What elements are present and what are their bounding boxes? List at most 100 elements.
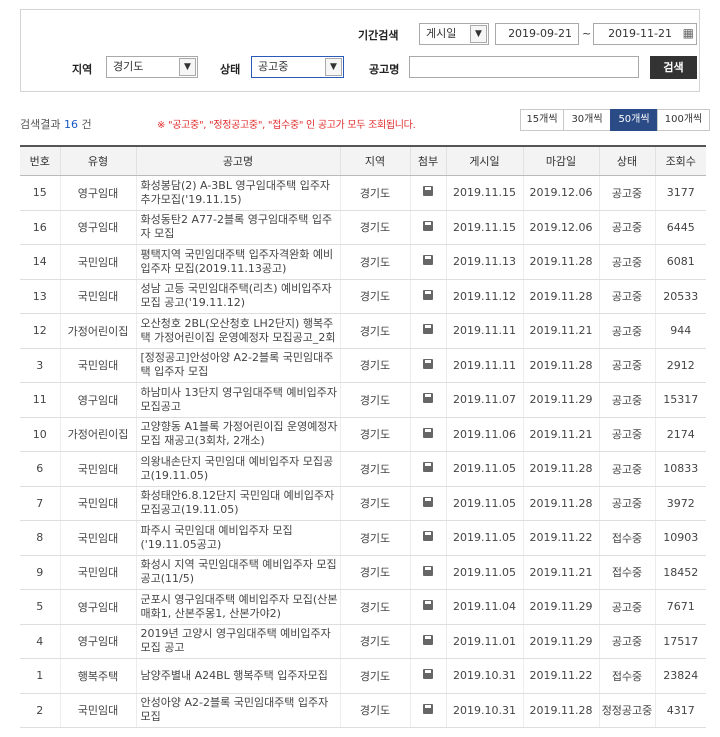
floppy-disk-icon[interactable] — [423, 462, 433, 473]
row-attachment[interactable] — [409, 175, 446, 211]
row-region: 경기도 — [339, 244, 410, 280]
floppy-disk-icon[interactable] — [423, 496, 433, 507]
floppy-disk-icon[interactable] — [423, 393, 433, 404]
row-attachment[interactable] — [409, 520, 446, 556]
row-title-link[interactable]: 오산청호 2BL(오산청호 LH2단지) 행복주택 가정어린이집 운영예정자 모… — [135, 313, 340, 349]
row-title-link[interactable]: 화성태안6.8.12단지 국민임대 예비입주자 모집공고(19.11.05) — [135, 486, 340, 521]
floppy-disk-icon[interactable] — [423, 531, 433, 542]
row-posted-date: 2019.11.13 — [445, 244, 523, 280]
row-region: 경기도 — [339, 417, 410, 452]
row-posted-date: 2019.11.12 — [445, 279, 523, 314]
floppy-disk-icon[interactable] — [423, 186, 433, 197]
date-from-input[interactable]: 2019-09-21 — [495, 23, 579, 45]
page-size-30[interactable]: 30개씩 — [563, 109, 611, 131]
search-button[interactable]: 검색 — [650, 56, 697, 79]
row-views: 10903 — [654, 520, 706, 556]
floppy-disk-icon[interactable] — [423, 669, 433, 680]
table-row: 1 행복주택 남양주별내 A24BL 행복주택 입주자모집 경기도 2019.10.31… — [20, 658, 706, 694]
table-row: 13 국민임대 성남 고등 국민임대주택(리츠) 예비입주자 모집 공고('19.1… — [20, 279, 706, 314]
table-row: 9 국민임대 화성시 지역 국민임대주택 예비입주자 모집공고(11/5) 경기도 20… — [20, 555, 706, 590]
floppy-disk-icon[interactable] — [423, 703, 433, 714]
row-attachment[interactable] — [409, 210, 446, 245]
row-title-link[interactable]: 고양향동 A1블록 가정어린이집 운영예정자 모집 재공고(3회차, 2개소) — [135, 417, 340, 452]
row-posted-date: 2019.11.05 — [445, 451, 523, 487]
result-notice: ※ "공고중", "정정공고중", "접수중" 인 공고가 모두 조회됩니다. — [157, 120, 416, 131]
region-select[interactable]: 경기도 ▼ — [106, 56, 198, 78]
row-title-link[interactable]: 하남미사 13단지 영구임대주택 예비입주자 모집공고 — [135, 382, 340, 418]
row-attachment[interactable] — [409, 486, 446, 521]
floppy-disk-icon[interactable] — [423, 324, 433, 335]
row-attachment[interactable] — [409, 658, 446, 694]
row-region: 경기도 — [339, 313, 410, 349]
row-attachment[interactable] — [409, 279, 446, 314]
row-title-link[interactable]: 화성봉담(2) A-3BL 영구임대주택 입주자 추가모집('19.11.15) — [135, 175, 340, 211]
table-row: 14 국민임대 평택지역 국민임대주택 입주자격완화 예비입주자 모집(2019.1… — [20, 244, 706, 280]
row-region: 경기도 — [339, 693, 410, 728]
date-to-input[interactable]: 2019-11-21 ▦ — [593, 23, 697, 45]
floppy-disk-icon[interactable] — [423, 565, 433, 576]
row-status: 공고중 — [598, 175, 655, 211]
table-row: 12 가정어린이집 오산청호 2BL(오산청호 LH2단지) 행복주택 가정어린이집… — [20, 313, 706, 349]
row-title-link[interactable]: 2019년 고양시 영구임대주택 예비입주자 모집 공고 — [135, 624, 340, 659]
calendar-icon[interactable]: ▦ — [678, 26, 694, 42]
row-title-link[interactable]: 평택지역 국민임대주택 입주자격완화 예비입주자 모집(2019.11.13공고… — [135, 244, 340, 280]
row-title-link[interactable]: 안성아양 A2-2블록 국민임대주택 입주자 모집 — [135, 693, 340, 728]
row-title-link[interactable]: 성남 고등 국민임대주택(리츠) 예비입주자 모집 공고('19.11.12) — [135, 279, 340, 314]
row-title-link[interactable]: 파주시 국민임대 예비입주자 모집('19.11.05공고) — [135, 520, 340, 556]
row-type: 국민임대 — [59, 693, 136, 728]
page-size-15[interactable]: 15개씩 — [520, 109, 564, 131]
row-status: 공고중 — [598, 417, 655, 452]
name-input[interactable] — [409, 56, 639, 78]
row-deadline-date: 2019.11.28 — [522, 279, 599, 314]
row-title-link[interactable]: 군포시 영구임대주택 예비입주자 모집(산본매화1, 산본주몽1, 산본가야2) — [135, 589, 340, 625]
row-attachment[interactable] — [409, 693, 446, 728]
row-type: 국민임대 — [59, 348, 136, 383]
row-title-link[interactable]: 남양주별내 A24BL 행복주택 입주자모집 — [135, 658, 340, 694]
row-views: 18452 — [654, 555, 706, 590]
floppy-disk-icon[interactable] — [423, 289, 433, 300]
row-posted-date: 2019.11.06 — [445, 417, 523, 452]
row-attachment[interactable] — [409, 589, 446, 625]
row-region: 경기도 — [339, 624, 410, 659]
row-attachment[interactable] — [409, 348, 446, 383]
row-title-link[interactable]: [정정공고]안성아양 A2-2블록 국민임대주택 입주자 모집 — [135, 348, 340, 383]
status-select[interactable]: 공고중 ▼ — [251, 56, 344, 78]
row-views: 3972 — [654, 486, 706, 521]
row-views: 2174 — [654, 417, 706, 452]
row-status: 공고중 — [598, 486, 655, 521]
floppy-disk-icon[interactable] — [423, 358, 433, 369]
row-deadline-date: 2019.11.29 — [522, 589, 599, 625]
header-attachment: 첨부 — [409, 145, 446, 176]
row-title-link[interactable]: 의왕내손단지 국민임대 예비입주자 모집공고(19.11.05) — [135, 451, 340, 487]
row-attachment[interactable] — [409, 244, 446, 280]
floppy-disk-icon[interactable] — [423, 600, 433, 611]
row-type: 영구임대 — [59, 589, 136, 625]
row-attachment[interactable] — [409, 417, 446, 452]
floppy-disk-icon[interactable] — [423, 634, 433, 645]
table-row: 10 가정어린이집 고양향동 A1블록 가정어린이집 운영예정자 모집 재공고(3회… — [20, 417, 706, 452]
floppy-disk-icon[interactable] — [423, 220, 433, 231]
row-region: 경기도 — [339, 279, 410, 314]
table-row: 2 국민임대 안성아양 A2-2블록 국민임대주택 입주자 모집 경기도 2019.10… — [20, 693, 706, 728]
row-posted-date: 2019.11.15 — [445, 175, 523, 211]
floppy-disk-icon[interactable] — [423, 427, 433, 438]
table-header-row: 번호 유형 공고명 지역 첨부 게시일 마감일 상태 조회수 — [20, 145, 706, 176]
row-attachment[interactable] — [409, 382, 446, 418]
status-label: 상태 — [220, 63, 241, 76]
row-attachment[interactable] — [409, 451, 446, 487]
row-deadline-date: 2019.11.29 — [522, 382, 599, 418]
row-title-link[interactable]: 화성시 지역 국민임대주택 예비입주자 모집공고(11/5) — [135, 555, 340, 590]
row-number: 4 — [20, 624, 60, 659]
row-title-link[interactable]: 화성동탄2 A77-2블록 영구임대주택 입주자 모집 — [135, 210, 340, 245]
page-size-50[interactable]: 50개씩 — [610, 109, 658, 131]
row-attachment[interactable] — [409, 313, 446, 349]
row-posted-date: 2019.11.01 — [445, 624, 523, 659]
row-status: 공고중 — [598, 348, 655, 383]
floppy-disk-icon[interactable] — [423, 255, 433, 266]
date-type-select[interactable]: 게시일 ▼ — [419, 23, 489, 45]
row-attachment[interactable] — [409, 624, 446, 659]
row-deadline-date: 2019.11.28 — [522, 244, 599, 280]
page-size-100[interactable]: 100개씩 — [657, 109, 710, 131]
row-attachment[interactable] — [409, 555, 446, 590]
table-row: 15 영구임대 화성봉담(2) A-3BL 영구임대주택 입주자 추가모집('19.… — [20, 175, 706, 211]
